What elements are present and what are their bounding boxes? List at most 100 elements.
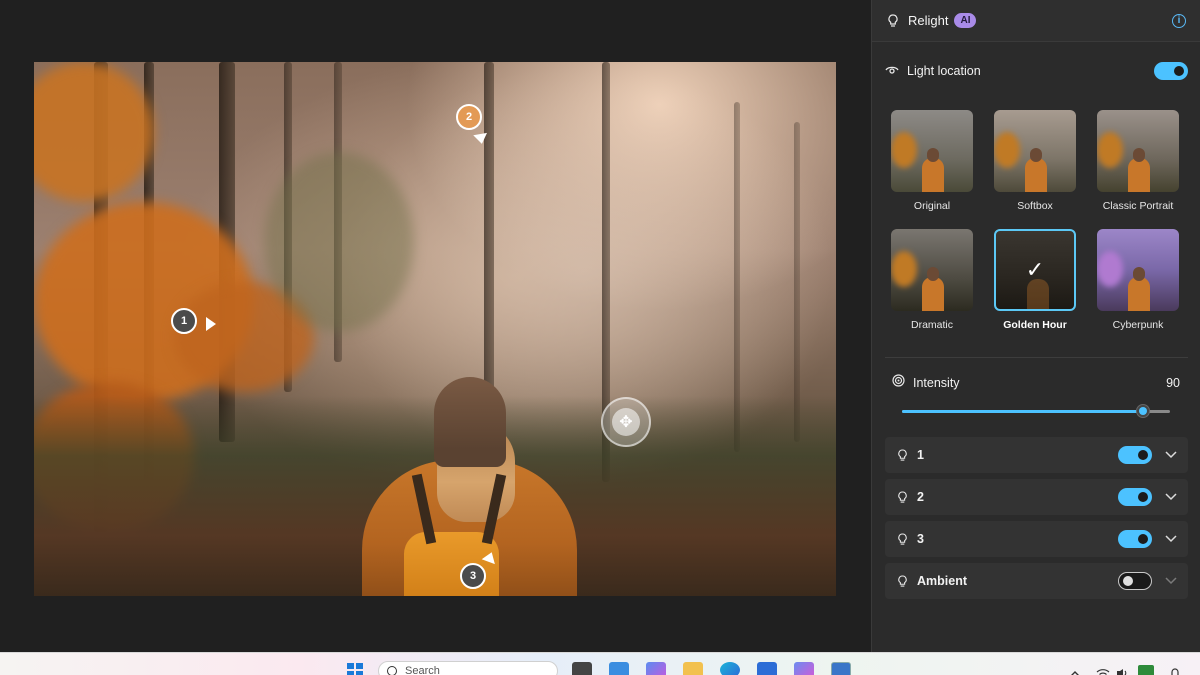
thumb-head — [1133, 267, 1145, 281]
preset-label: Classic Portrait — [1102, 200, 1174, 212]
file-explorer-icon[interactable] — [683, 662, 703, 675]
light-row-ambient[interactable]: Ambient — [885, 563, 1188, 599]
thumb-foliage — [1097, 132, 1123, 168]
thumb-person — [1128, 158, 1150, 192]
light-marker-2[interactable]: 2 — [451, 99, 487, 135]
chevron-down-icon[interactable] — [1164, 493, 1178, 501]
thumb-person — [1025, 158, 1047, 192]
taskbar-search[interactable]: Search — [378, 661, 558, 675]
light-marker-label: 2 — [456, 104, 482, 130]
preset-label: Softbox — [1017, 200, 1053, 212]
chevron-up-icon[interactable] — [1070, 665, 1080, 675]
chevron-down-icon[interactable] — [1164, 577, 1178, 585]
search-placeholder: Search — [405, 665, 440, 675]
slider-fill — [902, 410, 1144, 413]
lightbulb-icon — [895, 574, 909, 588]
preset-thumbnail — [891, 110, 973, 192]
edge-browser-icon[interactable] — [720, 662, 740, 675]
canvas-area: 1 2 3 ✥ — [0, 0, 871, 652]
app-icon[interactable] — [794, 662, 814, 675]
preset-thumbnail: ✓ — [994, 229, 1076, 311]
wifi-icon[interactable] — [1096, 665, 1110, 675]
ai-badge: AI — [954, 13, 977, 28]
volume-icon[interactable] — [1116, 665, 1130, 675]
lightbulb-icon — [886, 13, 900, 28]
preset-thumbnail — [994, 110, 1076, 192]
chevron-down-icon[interactable] — [1164, 535, 1178, 543]
app-icon[interactable] — [609, 662, 629, 675]
light-row-1[interactable]: 1 — [885, 437, 1188, 473]
chevron-down-icon[interactable] — [1164, 451, 1178, 459]
thumb-person — [922, 277, 944, 311]
light-2-toggle[interactable] — [1118, 488, 1152, 506]
relight-panel: Relight AI i Light location Original Sof… — [871, 0, 1200, 652]
thumb-foliage — [891, 251, 917, 287]
slider-thumb[interactable] — [1136, 404, 1151, 418]
photo-canvas[interactable]: 1 2 3 — [34, 62, 836, 596]
move-handle[interactable]: ✥ — [601, 397, 651, 447]
thumb-foliage — [891, 132, 917, 168]
photos-app-icon[interactable] — [831, 662, 851, 675]
light-marker-label: 1 — [171, 308, 197, 334]
lightbulb-icon — [895, 448, 909, 462]
light-row-label: 1 — [917, 448, 924, 462]
task-view-icon[interactable] — [572, 662, 592, 675]
preset-thumbnail — [1097, 110, 1179, 192]
thumb-head — [1133, 148, 1145, 162]
preset-softbox[interactable]: Softbox — [994, 110, 1076, 212]
info-icon[interactable]: i — [1172, 13, 1186, 28]
light-row-label: 3 — [917, 532, 924, 546]
preset-cyberpunk[interactable]: Cyberpunk — [1097, 229, 1179, 331]
thumb-foliage — [1097, 251, 1123, 287]
store-icon[interactable] — [757, 662, 777, 675]
preset-dramatic[interactable]: Dramatic — [891, 229, 973, 331]
light-location-label: Light location — [907, 64, 981, 78]
preset-golden-hour[interactable]: ✓ Golden Hour — [994, 229, 1076, 331]
intensity-row: Intensity 90 — [892, 374, 1180, 392]
ambient-toggle[interactable] — [1118, 572, 1152, 590]
light-location-row: Light location — [885, 61, 1188, 81]
preset-label: Cyberpunk — [1112, 319, 1164, 331]
light-1-toggle[interactable] — [1118, 446, 1152, 464]
checkmark-icon: ✓ — [1025, 257, 1045, 282]
light-row-2[interactable]: 2 — [885, 479, 1188, 515]
windows-start-icon[interactable] — [346, 662, 366, 675]
light-row-label: Ambient — [917, 574, 967, 588]
thumb-person — [922, 158, 944, 192]
copilot-icon[interactable] — [646, 662, 666, 675]
preset-label: Dramatic — [910, 319, 953, 331]
preset-classic-portrait[interactable]: Classic Portrait — [1097, 110, 1179, 212]
divider — [885, 357, 1188, 358]
lightbulb-icon — [895, 532, 909, 546]
green-foliage — [264, 152, 414, 332]
taskbar: Search — [0, 652, 1200, 675]
thumb-foliage — [994, 132, 1020, 168]
intensity-slider[interactable] — [902, 404, 1170, 418]
preset-thumbnail — [1097, 229, 1179, 311]
beanie — [434, 377, 506, 467]
eye-icon — [885, 62, 899, 80]
light-marker-3[interactable]: 3 — [455, 558, 491, 594]
tree-trunk — [794, 122, 800, 442]
thumb-head — [927, 267, 939, 281]
intensity-icon — [892, 374, 905, 392]
move-icon: ✥ — [612, 408, 640, 436]
thumb-person — [1128, 277, 1150, 311]
preset-label: Original — [913, 200, 951, 212]
battery-icon[interactable] — [1138, 665, 1154, 675]
light-3-toggle[interactable] — [1118, 530, 1152, 548]
light-location-toggle[interactable] — [1154, 62, 1188, 80]
light-marker-1[interactable]: 1 — [166, 303, 202, 339]
marker-direction-icon[interactable] — [206, 317, 216, 331]
preset-original[interactable]: Original — [891, 110, 973, 212]
light-marker-label: 3 — [460, 563, 486, 589]
notification-icon[interactable] — [1168, 665, 1182, 675]
preset-label: Golden Hour — [1003, 319, 1067, 331]
intensity-label: Intensity — [913, 376, 960, 390]
panel-title: Relight — [908, 13, 949, 28]
lightbulb-icon — [895, 490, 909, 504]
preset-thumbnail — [891, 229, 973, 311]
light-row-3[interactable]: 3 — [885, 521, 1188, 557]
preset-grid: Original Softbox Classic Portrait Dramat… — [891, 110, 1183, 331]
search-icon — [387, 666, 397, 675]
